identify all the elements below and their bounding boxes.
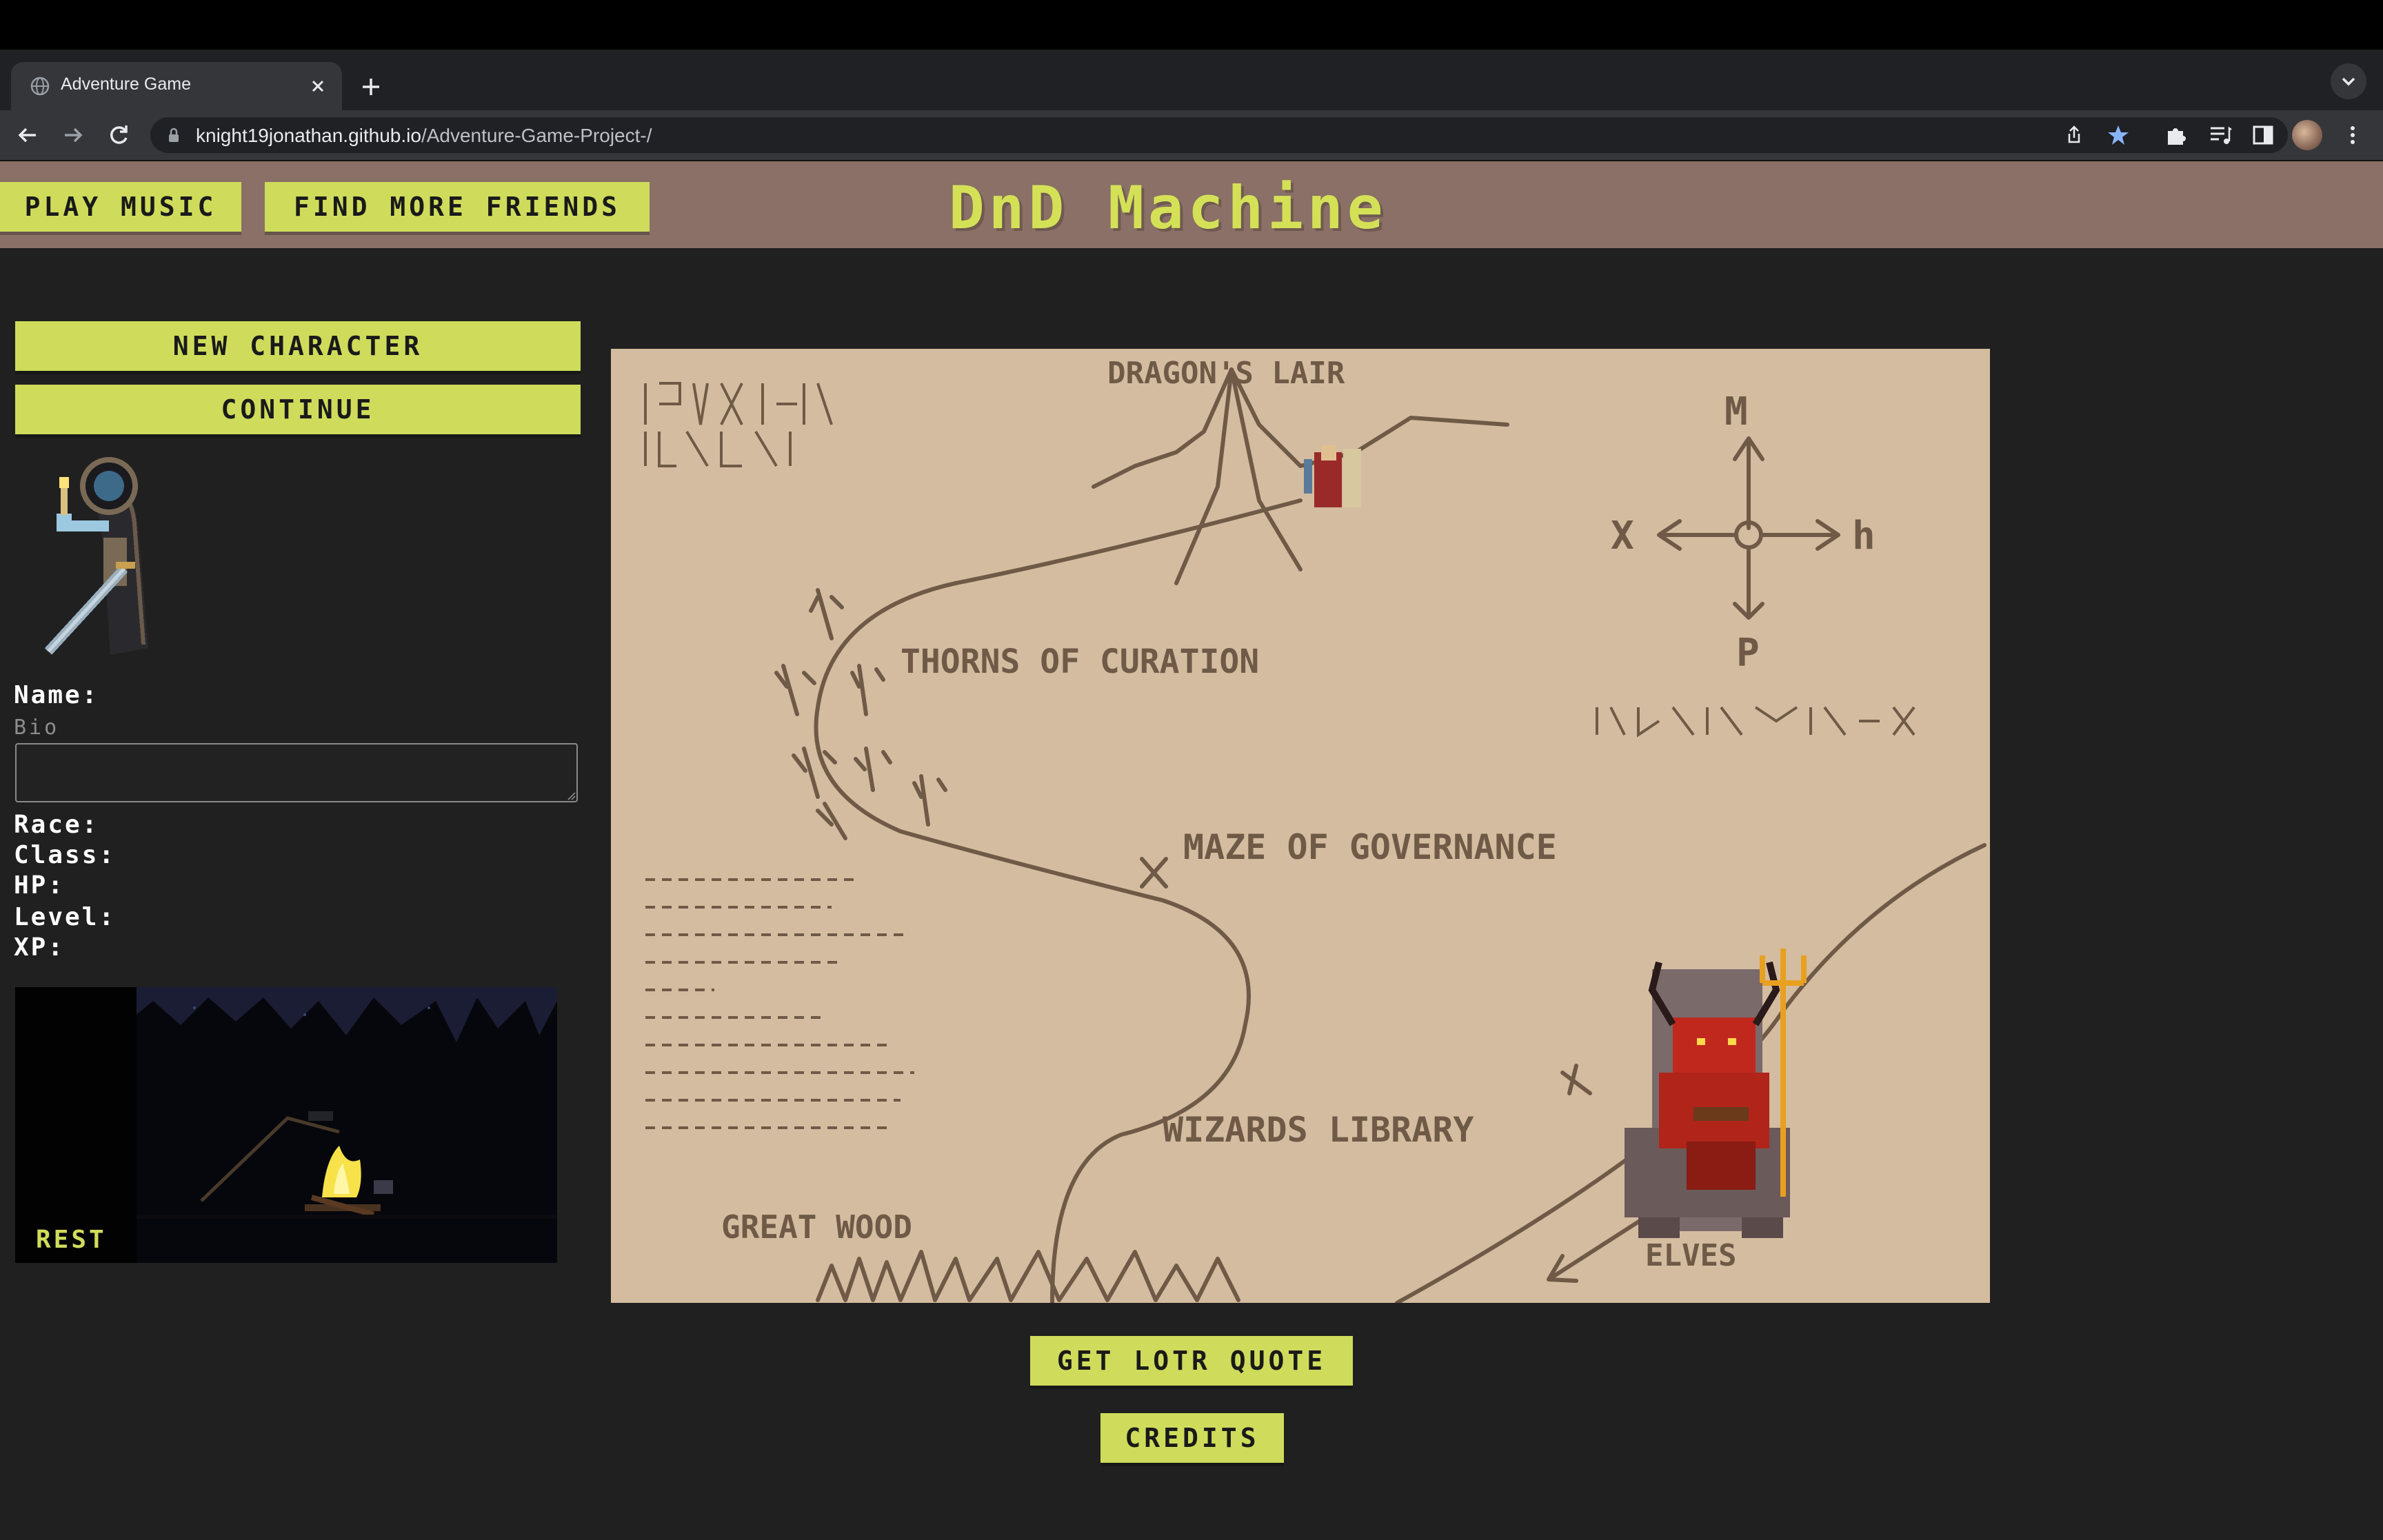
share-icon[interactable]	[2059, 120, 2089, 150]
devil-on-throne-sprite	[1625, 949, 1807, 1238]
forward-arrow-icon[interactable]	[58, 120, 88, 150]
label-great-wood: GREAT WOOD	[721, 1208, 912, 1246]
url-text: knight19jonathan.github.io/Adventure-Gam…	[196, 125, 652, 147]
label-wizards: WIZARDS LIBRARY	[1163, 1110, 1474, 1150]
bookmark-star-icon[interactable]	[2103, 120, 2133, 150]
play-music-button[interactable]: PLAY MUSIC	[0, 182, 241, 232]
bio-label: Bio	[14, 716, 60, 740]
find-more-friends-button[interactable]: FIND MORE FRIENDS	[265, 182, 650, 232]
label-dragons-lair: DRAGON'S LAIR	[1107, 356, 1345, 391]
continue-button[interactable]: CONTINUE	[15, 385, 581, 434]
label-maze: MAZE OF GOVERNANCE	[1183, 827, 1557, 867]
compass-east: h	[1852, 514, 1876, 558]
resize-grip-icon[interactable]	[565, 790, 576, 801]
class-label: Class:	[14, 841, 117, 869]
campfire-scene	[15, 987, 557, 1263]
os-menu-bar	[0, 0, 2383, 50]
dragon-figure	[1311, 756, 1337, 792]
browser-toolbar: knight19jonathan.github.io/Adventure-Gam…	[0, 110, 2383, 160]
compass-south: P	[1736, 631, 1760, 676]
hp-label: HP:	[14, 871, 66, 900]
credits-button[interactable]: CREDITS	[1100, 1413, 1284, 1463]
url-host: knight19jonathan.github.io	[196, 125, 421, 146]
map-drawing: DRAGON'S LAIR THORNS OF CURATION MAZE OF…	[644, 356, 1987, 1303]
media-queue-icon[interactable]	[2205, 120, 2235, 150]
label-thorns: THORNS OF CURATION	[901, 642, 1259, 681]
bio-input[interactable]	[15, 743, 578, 802]
lock-icon[interactable]	[165, 127, 182, 143]
close-icon[interactable]	[308, 76, 328, 97]
name-label: Name:	[14, 681, 99, 709]
reload-icon[interactable]	[103, 120, 134, 150]
site-title: DnD Machine	[949, 174, 1387, 243]
race-label: Race:	[14, 811, 99, 839]
globe-icon	[30, 77, 50, 96]
compass-north: M	[1725, 389, 1748, 434]
compass-west: X	[1611, 514, 1634, 558]
world-map[interactable]: DRAGON'S LAIR THORNS OF CURATION MAZE OF…	[611, 349, 1990, 1303]
xp-label: XP:	[14, 933, 66, 962]
rest-label: REST	[36, 1226, 107, 1254]
label-elves: ELVES	[1645, 1238, 1736, 1273]
get-lotr-quote-button[interactable]: GET LOTR QUOTE	[1030, 1336, 1353, 1386]
url-path: /Adventure-Game-Project-/	[421, 125, 652, 146]
profile-avatar[interactable]	[2292, 120, 2322, 150]
tab-search-button[interactable]	[2331, 63, 2366, 99]
side-panel-icon[interactable]	[2248, 120, 2278, 150]
extensions-puzzle-icon[interactable]	[2161, 120, 2191, 150]
browser-tab-strip: Adventure Game	[0, 50, 2383, 110]
new-tab-plus-icon[interactable]	[353, 69, 389, 105]
more-menu-icon[interactable]	[2337, 120, 2368, 150]
new-character-button[interactable]: NEW CHARACTER	[15, 321, 581, 371]
back-arrow-icon[interactable]	[12, 120, 43, 150]
level-label: Level:	[14, 903, 117, 931]
character-sprite	[44, 457, 148, 655]
browser-tab[interactable]: Adventure Game	[11, 62, 342, 110]
rest-campfire-panel[interactable]: REST	[15, 987, 557, 1263]
adventurer-party-sprite	[1304, 445, 1361, 507]
site-header: PLAY MUSIC FIND MORE FRIENDS DnD Machine	[0, 161, 2383, 248]
address-bar[interactable]: knight19jonathan.github.io/Adventure-Gam…	[150, 117, 2288, 153]
tab-title: Adventure Game	[61, 74, 191, 94]
chevron-down-icon	[2342, 77, 2355, 86]
